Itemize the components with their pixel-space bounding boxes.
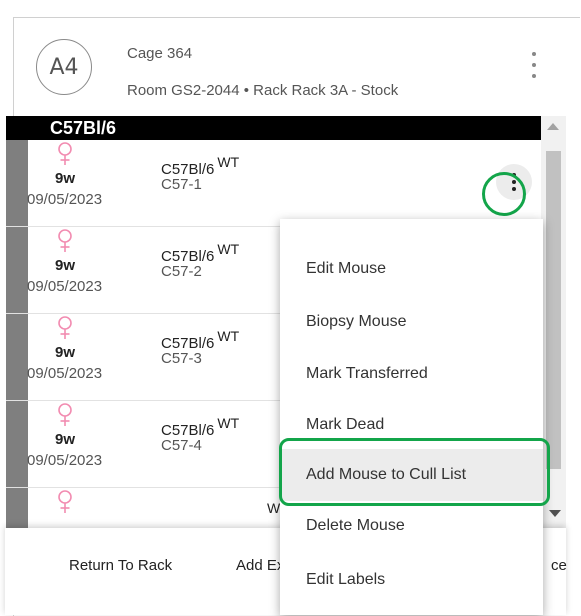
genotype: WT (217, 241, 240, 257)
row-stripe (6, 227, 28, 313)
mouse-strain: C57Bl/6 WT (161, 328, 239, 352)
menu-item-delete-mouse[interactable]: Delete Mouse (280, 500, 543, 552)
mouse-strain: C57Bl/6 WT (161, 415, 239, 439)
row-stripe (6, 401, 28, 487)
genotype: WT (217, 154, 240, 170)
cage-location: Room GS2-2044 • Rack Rack 3A - Stock (127, 82, 399, 99)
female-icon (58, 142, 72, 165)
row-menu-button[interactable] (496, 164, 532, 200)
mouse-id: C57-4 (161, 437, 202, 454)
mouse-id: C57-2 (161, 263, 202, 280)
female-icon (58, 316, 72, 339)
menu-item-add-to-cull-list[interactable]: Add Mouse to Cull List (280, 449, 543, 501)
genotype: WT (217, 415, 240, 431)
menu-item-edit-mouse[interactable]: Edit Mouse (280, 243, 543, 295)
mouse-age: 9w (55, 170, 76, 187)
scroll-down-icon[interactable] (549, 510, 561, 517)
mouse-id: C57-3 (161, 350, 202, 367)
app-window: A4 Cage 364 Room GS2-2044 • Rack Rack 3A… (0, 0, 581, 616)
mouse-context-menu: Edit Mouse Biopsy Mouse Mark Transferred… (280, 219, 543, 615)
row-stripe (6, 140, 28, 226)
female-icon (58, 403, 72, 426)
mouse-strain: C57Bl/6 WT (161, 154, 239, 178)
mouse-id: C57-1 (161, 176, 202, 193)
mouse-age: 9w (55, 431, 76, 448)
menu-item-mark-dead[interactable]: Mark Dead (280, 399, 543, 451)
menu-item-biopsy-mouse[interactable]: Biopsy Mouse (280, 296, 543, 348)
row-stripe (6, 314, 28, 400)
female-icon (58, 229, 72, 252)
scrollbar-thumb[interactable] (546, 151, 561, 469)
return-to-rack-button[interactable]: Return To Rack (69, 557, 172, 574)
female-icon (58, 490, 72, 513)
mouse-age: 9w (55, 344, 76, 361)
menu-item-edit-labels[interactable]: Edit Labels (280, 554, 543, 606)
scroll-up-icon[interactable] (547, 123, 559, 130)
mouse-age: 9w (55, 257, 76, 274)
mouse-date: 09/05/2023 (27, 278, 103, 295)
cage-avatar: A4 (36, 39, 92, 95)
mouse-date: 09/05/2023 (27, 452, 103, 469)
mouse-strain: C57Bl/6 WT (161, 241, 239, 265)
footer-button-right[interactable]: ce (551, 557, 567, 574)
cage-title: Cage 364 (127, 45, 193, 62)
kebab-vertical-icon[interactable] (524, 52, 544, 78)
row-stripe (6, 488, 28, 528)
table-row[interactable]: 9w 09/05/2023 C57Bl/6 WT C57-1 (6, 140, 541, 227)
add-button[interactable]: Add Ex (236, 557, 284, 574)
strain-group-header: C57Bl/6 (6, 116, 541, 140)
mouse-date: 09/05/2023 (27, 191, 103, 208)
mouse-date: 09/05/2023 (27, 365, 103, 382)
menu-item-mark-transferred[interactable]: Mark Transferred (280, 348, 543, 400)
genotype: WT (217, 328, 240, 344)
